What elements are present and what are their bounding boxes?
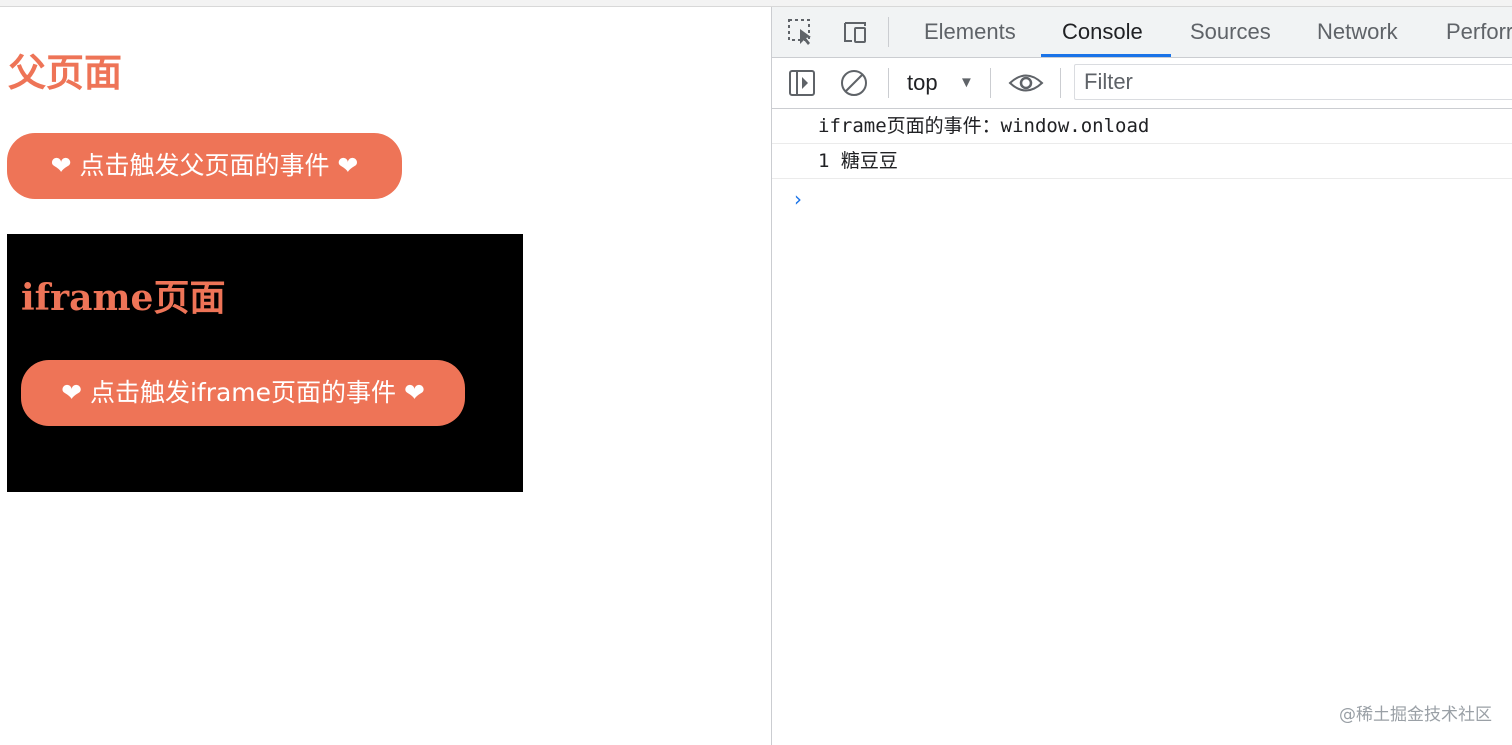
console-output: iframe页面的事件：window.onload 1 糖豆豆 [772,109,1512,179]
iframe-event-button[interactable]: ❤ 点击触发iframe页面的事件 ❤ [21,360,465,426]
console-log-line: 1 糖豆豆 [772,144,1512,179]
context-selector[interactable]: top ▼ [903,67,983,99]
eye-icon[interactable] [1008,68,1044,98]
console-log-line: iframe页面的事件：window.onload [772,109,1512,144]
parent-page: 父页面 ❤ 点击触发父页面的事件 ❤ iframe页面 ❤ 点击触发iframe… [0,7,771,745]
toolbar-separator [990,68,991,98]
watermark: @稀土掘金技术社区 [1339,705,1492,725]
device-toggle-icon[interactable] [838,17,870,47]
context-label: top [907,70,938,95]
inspect-element-icon[interactable] [786,17,818,47]
console-toolbar: top ▼ [772,58,1512,109]
devtools-tabbar: Elements Console Sources Network Perforr [772,7,1512,58]
console-log-text: 1 糖豆豆 [818,150,898,172]
toolbar-separator [1060,68,1061,98]
devtools-panel: Elements Console Sources Network Perforr… [771,7,1512,745]
caret-down-icon: ▼ [959,74,974,91]
tab-performance[interactable]: Perforr [1446,7,1512,57]
active-tab-indicator [1041,54,1171,57]
clear-console-icon[interactable] [838,68,870,98]
tabbar-separator [888,17,889,47]
console-log-text: iframe页面的事件：window.onload [818,115,1150,137]
iframe-page-title: iframe页面 [21,277,226,319]
tab-network[interactable]: Network [1317,7,1398,57]
tab-sources[interactable]: Sources [1190,7,1271,57]
parent-page-title: 父页面 [8,50,123,95]
iframe-frame: iframe页面 ❤ 点击触发iframe页面的事件 ❤ [7,234,523,492]
filter-input[interactable] [1074,64,1512,100]
browser-top-border [0,0,1512,7]
tab-console[interactable]: Console [1062,7,1143,57]
console-prompt-icon[interactable]: › [794,187,802,211]
sidebar-toggle-icon[interactable] [786,68,818,98]
tab-elements[interactable]: Elements [924,7,1016,57]
parent-event-button[interactable]: ❤ 点击触发父页面的事件 ❤ [7,133,402,199]
toolbar-separator [888,68,889,98]
